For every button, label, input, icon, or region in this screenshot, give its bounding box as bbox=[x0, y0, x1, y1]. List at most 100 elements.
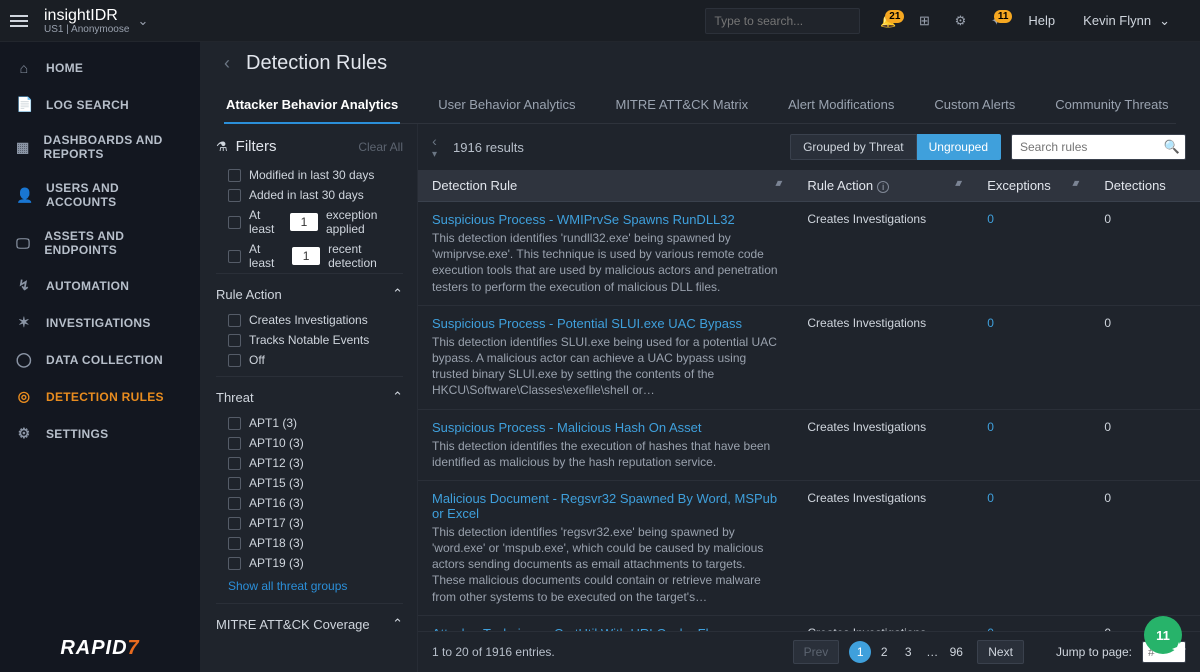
result-count: 1916 results bbox=[453, 140, 524, 155]
filter-option[interactable]: APT12 (3) bbox=[216, 453, 403, 473]
sidebar-item[interactable]: ◎DETECTION RULES bbox=[0, 378, 200, 415]
sidebar-item[interactable]: ▦DASHBOARDS AND REPORTS bbox=[0, 123, 200, 171]
col-action[interactable]: Rule Actioni▴▾ bbox=[793, 170, 973, 202]
help-link[interactable]: Help bbox=[1014, 13, 1069, 28]
sidebar-item[interactable]: ✶INVESTIGATIONS bbox=[0, 304, 200, 341]
chat-widget[interactable]: 11 bbox=[1144, 616, 1182, 654]
filter-toggle-icon[interactable]: ▾ bbox=[432, 150, 437, 160]
seg-ungrouped[interactable]: Ungrouped bbox=[917, 134, 1001, 160]
rule-link[interactable]: Suspicious Process - Potential SLUI.exe … bbox=[432, 316, 742, 331]
page-number[interactable]: 96 bbox=[945, 641, 967, 663]
checkbox[interactable] bbox=[228, 437, 241, 450]
brand[interactable]: insightIDR US1 | Anonymoose bbox=[44, 7, 129, 35]
page-summary: 1 to 20 of 1916 entries. bbox=[432, 645, 555, 659]
section-toggle[interactable]: MITRE ATT&CK Coverage⌃ bbox=[216, 614, 403, 640]
sidebar-item[interactable]: 📄LOG SEARCH bbox=[0, 86, 200, 123]
filter-atleast-exc[interactable]: At least exception applied bbox=[216, 205, 403, 239]
filter-option[interactable]: APT18 (3) bbox=[216, 533, 403, 553]
filter-option[interactable]: APT15 (3) bbox=[216, 473, 403, 493]
filter-option[interactable]: APT17 (3) bbox=[216, 513, 403, 533]
rule-desc: This detection identifies SLUI.exe being… bbox=[432, 334, 779, 399]
chevron-down-icon: ⌄ bbox=[1159, 13, 1170, 29]
nav-icon: ⌂ bbox=[16, 60, 32, 76]
page-number[interactable]: 1 bbox=[849, 641, 871, 663]
page-number[interactable]: 2 bbox=[873, 641, 895, 663]
sidebar-item[interactable]: ⌂HOME bbox=[0, 50, 200, 86]
jump-label: Jump to page: bbox=[1056, 645, 1132, 659]
star-icon[interactable]: ✦11 bbox=[978, 13, 1014, 29]
tab[interactable]: Alert Modifications bbox=[786, 89, 896, 123]
num-input[interactable] bbox=[292, 247, 320, 265]
col-detections[interactable]: Detections bbox=[1090, 170, 1200, 202]
exceptions-link[interactable]: 0 bbox=[987, 212, 994, 226]
exceptions-link[interactable]: 0 bbox=[987, 420, 994, 434]
checkbox[interactable] bbox=[228, 417, 241, 430]
sidebar-item[interactable]: 👤USERS AND ACCOUNTS bbox=[0, 171, 200, 219]
checkbox[interactable] bbox=[228, 457, 241, 470]
rule-link[interactable]: Suspicious Process - WMIPrvSe Spawns Run… bbox=[432, 212, 735, 227]
search-input[interactable] bbox=[705, 8, 860, 34]
filter-modified[interactable]: Modified in last 30 days bbox=[216, 165, 403, 185]
page-number[interactable]: 3 bbox=[897, 641, 919, 663]
clear-all[interactable]: Clear All bbox=[358, 140, 403, 154]
next-button[interactable]: Next bbox=[977, 640, 1024, 664]
col-rule[interactable]: Detection Rule▴▾ bbox=[418, 170, 793, 202]
exceptions-link[interactable]: 0 bbox=[987, 316, 994, 330]
checkbox[interactable] bbox=[228, 517, 241, 530]
section-toggle[interactable]: Rule Action⌃ bbox=[216, 284, 403, 310]
num-input[interactable] bbox=[290, 213, 318, 231]
sidebar-item[interactable]: ◯DATA COLLECTION bbox=[0, 341, 200, 378]
seg-grouped[interactable]: Grouped by Threat bbox=[790, 134, 917, 160]
main: ‹ Detection Rules Attacker Behavior Anal… bbox=[200, 42, 1200, 672]
checkbox[interactable] bbox=[228, 189, 241, 202]
filter-option[interactable]: APT16 (3) bbox=[216, 493, 403, 513]
filter-added[interactable]: Added in last 30 days bbox=[216, 185, 403, 205]
chevron-down-icon[interactable]: ⌄ bbox=[137, 13, 148, 29]
filter-option[interactable]: Tracks Notable Events bbox=[216, 330, 403, 350]
checkbox[interactable] bbox=[228, 557, 241, 570]
checkbox[interactable] bbox=[228, 477, 241, 490]
rule-link[interactable]: Malicious Document - Regsvr32 Spawned By… bbox=[432, 491, 777, 521]
back-icon[interactable]: ‹ bbox=[224, 53, 230, 74]
exceptions-link[interactable]: 0 bbox=[987, 491, 994, 505]
sidebar-item[interactable]: ↯AUTOMATION bbox=[0, 267, 200, 304]
tab[interactable]: Attacker Behavior Analytics bbox=[224, 89, 400, 124]
user-menu[interactable]: Kevin Flynn⌄ bbox=[1069, 13, 1190, 29]
checkbox[interactable] bbox=[228, 216, 241, 229]
rule-link[interactable]: Suspicious Process - Malicious Hash On A… bbox=[432, 420, 702, 435]
apps-icon[interactable]: ⊞ bbox=[906, 13, 942, 29]
checkbox[interactable] bbox=[228, 354, 241, 367]
checkbox[interactable] bbox=[228, 334, 241, 347]
sidebar-item[interactable]: 🖵ASSETS AND ENDPOINTS bbox=[0, 219, 200, 267]
checkbox[interactable] bbox=[228, 169, 241, 182]
collapse-filters-icon[interactable]: ‹ bbox=[432, 134, 437, 148]
tab[interactable]: Custom Alerts bbox=[932, 89, 1017, 123]
checkbox[interactable] bbox=[228, 497, 241, 510]
tab[interactable]: User Behavior Analytics bbox=[436, 89, 577, 123]
tab[interactable]: Community Threats bbox=[1053, 89, 1170, 123]
rules-search-input[interactable] bbox=[1011, 134, 1186, 160]
info-icon[interactable]: i bbox=[877, 181, 889, 193]
filter-option[interactable]: APT1 (3) bbox=[216, 413, 403, 433]
filter-option[interactable]: Off bbox=[216, 350, 403, 370]
filter-atleast-det[interactable]: At least recent detection bbox=[216, 239, 403, 273]
section-threat: Threat⌃ APT1 (3)APT10 (3)APT12 (3)APT15 … bbox=[216, 376, 403, 603]
show-all-threats[interactable]: Show all threat groups bbox=[216, 573, 403, 597]
menu-icon[interactable] bbox=[10, 15, 32, 27]
tab[interactable]: MITRE ATT&CK Matrix bbox=[613, 89, 750, 123]
detections-cell: 0 bbox=[1090, 480, 1200, 615]
global-search[interactable] bbox=[705, 8, 860, 34]
checkbox[interactable] bbox=[228, 537, 241, 550]
col-exceptions[interactable]: Exceptions▴▾ bbox=[973, 170, 1090, 202]
section-toggle[interactable]: Threat⌃ bbox=[216, 387, 403, 413]
gear-icon[interactable]: ⚙ bbox=[942, 13, 978, 29]
filter-option[interactable]: APT19 (3) bbox=[216, 553, 403, 573]
filter-option[interactable]: Creates Investigations bbox=[216, 310, 403, 330]
filter-option[interactable]: APT10 (3) bbox=[216, 433, 403, 453]
sidebar-item[interactable]: ⚙SETTINGS bbox=[0, 415, 200, 452]
checkbox[interactable] bbox=[228, 250, 241, 263]
bell-icon[interactable]: 🔔21 bbox=[870, 13, 906, 29]
detections-cell: 0 bbox=[1090, 409, 1200, 480]
prev-button[interactable]: Prev bbox=[793, 640, 840, 664]
checkbox[interactable] bbox=[228, 314, 241, 327]
